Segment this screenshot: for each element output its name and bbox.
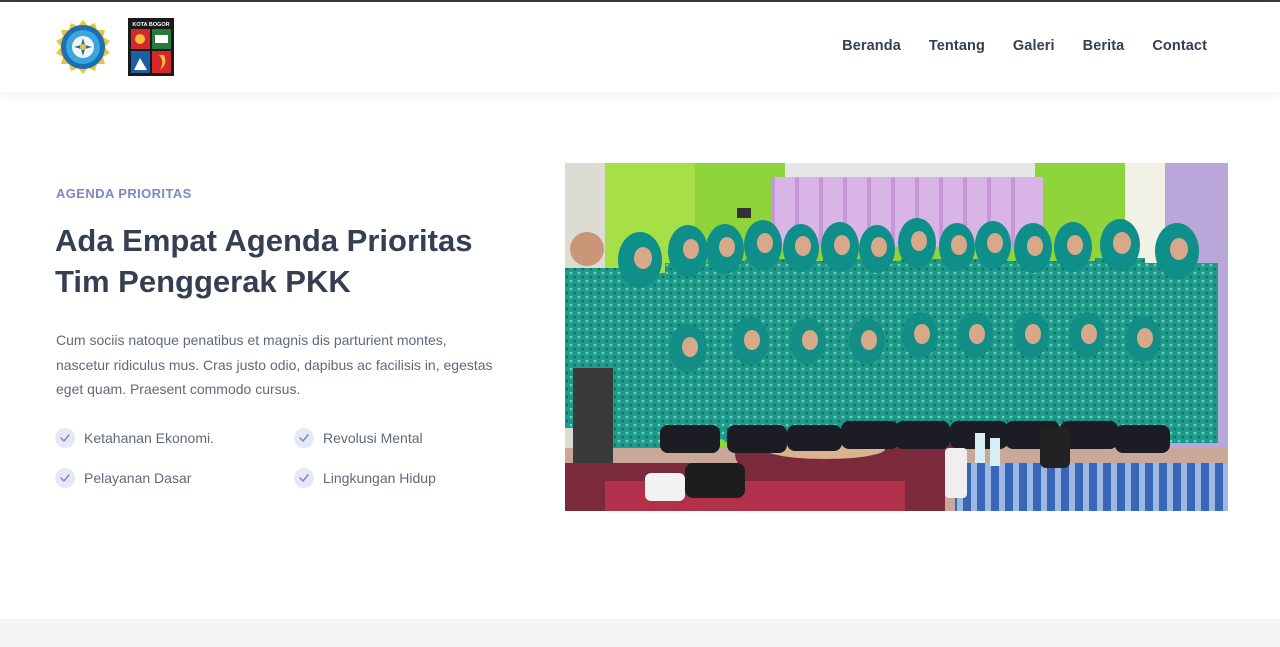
feature-item: Lingkungan Hidup [294,468,436,488]
main-nav: Beranda Tentang Galeri Berita Contact [842,38,1207,54]
footer-band [0,619,1280,647]
feature-item: Revolusi Mental [294,428,423,448]
pkk-logo[interactable] [55,19,111,75]
group-photo [565,163,1228,511]
check-icon [55,468,75,488]
feature-item: Pelayanan Dasar [55,468,191,488]
check-icon [55,428,75,448]
nav-beranda[interactable]: Beranda [842,38,901,54]
feature-item: Ketahanan Ekonomi. [55,428,214,448]
section-description: Cum sociis natoque penatibus et magnis d… [56,332,493,397]
feature-label: Lingkungan Hidup [323,470,436,486]
check-icon [294,468,314,488]
nav-contact[interactable]: Contact [1152,38,1207,54]
section-title: Ada Empat Agenda Prioritas Tim Penggerak… [55,223,473,299]
check-icon [294,428,314,448]
feature-label: Revolusi Mental [323,430,423,446]
section-eyebrow: AGENDA PRIORITAS [56,186,192,201]
nav-galeri[interactable]: Galeri [1013,38,1055,54]
feature-label: Ketahanan Ekonomi. [84,430,214,446]
feature-label: Pelayanan Dasar [84,470,192,486]
site-header: KOTA BOGOR Beranda Tentang Galeri Berita… [0,2,1280,92]
kota-bogor-logo[interactable]: KOTA BOGOR [128,18,174,76]
nav-berita[interactable]: Berita [1083,38,1125,54]
svg-text:KOTA BOGOR: KOTA BOGOR [132,22,169,28]
nav-tentang[interactable]: Tentang [929,38,985,54]
